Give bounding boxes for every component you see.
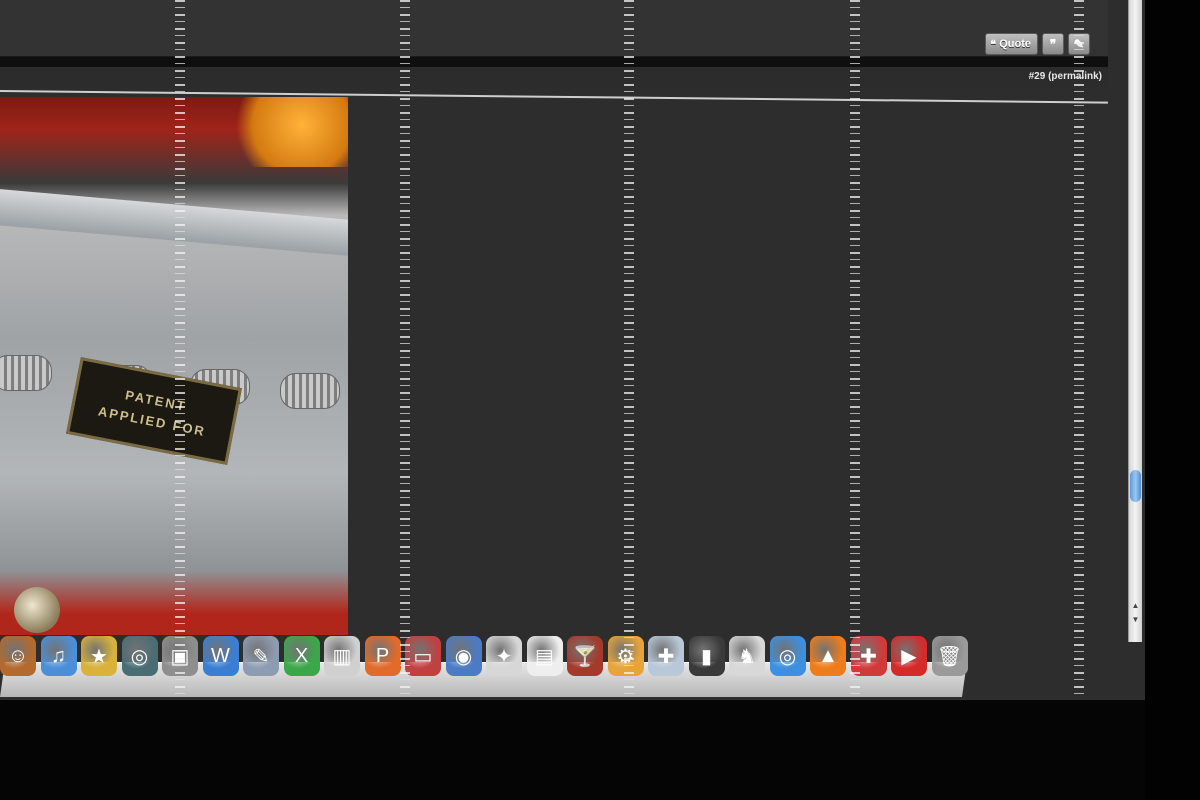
scroll-down-arrow[interactable]: ▼ — [1130, 614, 1141, 624]
excel-icon: X — [294, 644, 309, 667]
youtube-icon: ▶ — [901, 645, 917, 668]
dock-item-dvd-studio[interactable]: ◉ — [445, 636, 482, 676]
cone-icon: ▲ — [818, 644, 838, 667]
podium-icon: ▭ — [413, 645, 433, 668]
dock-item-horse[interactable]: ♞ — [729, 636, 765, 676]
display-artifact — [400, 0, 410, 700]
trash-icon: 🗑 — [936, 645, 963, 668]
dock-item-imovie[interactable]: ★ — [81, 636, 117, 676]
dock-item-safari[interactable]: ✦ — [486, 636, 522, 676]
quote-button[interactable]: ❝ Quote — [985, 33, 1038, 55]
display-artifact — [624, 0, 634, 700]
post-image: PATENT APPLIED FOR — [0, 97, 348, 635]
scroll-thumb[interactable] — [1130, 470, 1141, 502]
dock-item-terminal[interactable]: ▮ — [688, 636, 725, 676]
dvd-icon: ◎ — [130, 645, 149, 668]
drive-icon: ✚ — [657, 645, 675, 668]
image-glow — [232, 97, 348, 167]
dock-item-powerpoint[interactable]: P — [364, 636, 401, 676]
powerpoint-icon: P — [375, 644, 390, 667]
pen-icon: ✎ — [252, 645, 270, 668]
cocktail-icon: 🍸 — [572, 645, 598, 668]
screen: ❝ Quote ❞ ✎ #29 (permalink) PATENT APPLI… — [0, 0, 1145, 700]
dock-item-finder[interactable]: ☺ — [0, 636, 36, 676]
tools-icon: ✚ — [860, 645, 877, 668]
post-header: ❝ Quote ❞ ✎ — [0, 0, 1108, 57]
dock-item-itunes[interactable]: ♫ — [40, 636, 77, 676]
document-icon: ▤ — [535, 645, 554, 668]
quote-icon: ❝ — [990, 38, 997, 51]
itunes-icon: ♫ — [51, 644, 66, 667]
image-bolt — [14, 587, 60, 633]
star-icon: ★ — [90, 645, 108, 668]
aperture-icon: ◎ — [778, 645, 797, 668]
dock-item-disk-utility[interactable]: ✚ — [648, 636, 684, 676]
image-rail — [0, 188, 348, 258]
dock-item-keynote[interactable]: ▥ — [324, 636, 360, 676]
vertical-scrollbar[interactable]: ▲ ▼ — [1128, 0, 1142, 642]
terminal-icon: ▮ — [700, 645, 712, 668]
disc-icon: ◉ — [454, 645, 473, 668]
word-icon: W — [211, 644, 230, 667]
post-separator — [0, 57, 1108, 67]
horse-icon: ♞ — [738, 645, 756, 668]
dock-item-presentation[interactable]: ▭ — [405, 636, 441, 676]
dock-item-cocktail[interactable]: 🍸 — [567, 636, 603, 676]
dock: ☺♫★◎▣W✎X▥P▭◉✦▤🍸⚙✚▮♞◎▲✚▶🗑 — [0, 636, 980, 692]
post-meta-bar: #29 (permalink) — [0, 67, 1108, 87]
display-artifact — [850, 0, 860, 700]
dock-item-preview[interactable]: ✎ — [243, 636, 279, 676]
quote-label: Quote — [999, 38, 1031, 50]
dock-item-dvd-player[interactable]: ◎ — [121, 636, 158, 676]
dock-item-word[interactable]: W — [202, 636, 239, 676]
monitor-bezel — [1145, 0, 1200, 800]
dock-item-text-edit[interactable]: ▤ — [526, 636, 563, 676]
multi-quote-icon: ❞ — [1049, 37, 1057, 51]
finder-icon: ☺ — [7, 644, 29, 667]
scroll-up-arrow[interactable]: ▲ — [1130, 600, 1141, 610]
nameplate-line-2: APPLIED FOR — [96, 403, 208, 440]
chart-icon: ▥ — [332, 645, 352, 668]
image-screw — [0, 355, 52, 391]
compass-icon: ✦ — [495, 645, 513, 668]
multi-quote-button[interactable]: ❞ — [1042, 33, 1064, 55]
display-artifact — [175, 0, 185, 700]
dock-item-youtube[interactable]: ▶ — [891, 636, 927, 676]
dock-item-vlc[interactable]: ▲ — [810, 636, 846, 676]
dock-item-iphoto[interactable]: ◎ — [769, 636, 806, 676]
display-artifact — [1074, 0, 1084, 700]
dock-item-excel[interactable]: X — [283, 636, 320, 676]
permalink-link[interactable]: #29 (permalink) — [1029, 71, 1102, 82]
dock-item-trash[interactable]: 🗑 — [931, 636, 968, 676]
image-screw — [280, 373, 340, 409]
